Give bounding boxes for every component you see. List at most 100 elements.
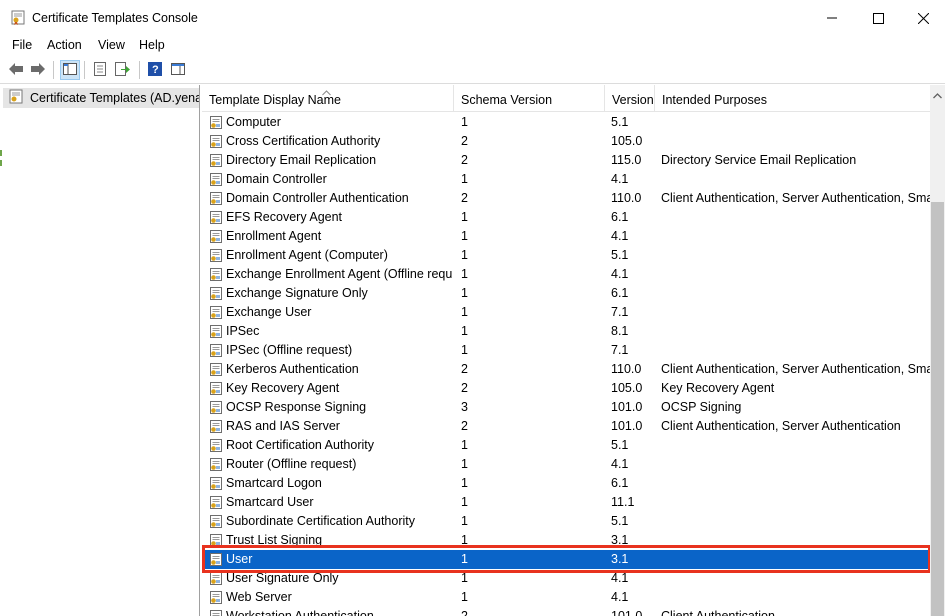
cell-version: 101.0 [611, 419, 643, 433]
cell-template-name: Enrollment Agent (Computer) [226, 248, 388, 262]
cell-schema-version: 1 [461, 324, 468, 338]
table-row[interactable]: Root Certification Authority 1 5.1 [202, 436, 930, 455]
cell-template-name: EFS Recovery Agent [226, 210, 343, 224]
cell-schema-version: 2 [461, 419, 468, 433]
table-row[interactable]: Exchange Signature Only 1 6.1 [202, 284, 930, 303]
cell-version: 7.1 [611, 305, 629, 319]
forward-arrow-icon [30, 62, 46, 79]
tree-item-certificate-templates[interactable]: Certificate Templates (AD.yenalt [3, 88, 199, 108]
cell-template-name: Router (Offline request) [226, 457, 357, 471]
cell-template-name: Cross Certification Authority [226, 134, 381, 148]
scroll-thumb[interactable] [931, 202, 944, 616]
cell-version: 4.1 [611, 229, 629, 243]
cell-schema-version: 1 [461, 172, 468, 186]
table-row[interactable]: Domain Controller 1 4.1 [202, 170, 930, 189]
cell-version: 11.1 [611, 495, 635, 509]
cell-intended-purposes: Directory Service Email Replication [661, 153, 857, 167]
table-row[interactable]: EFS Recovery Agent 1 6.1 [202, 208, 930, 227]
cell-template-name: Kerberos Authentication [226, 362, 359, 376]
table-row[interactable]: Key Recovery Agent 2 105.0 Key Recovery Age… [202, 379, 930, 398]
column-header-version[interactable]: Version [605, 85, 655, 112]
menu-bar: File Action View Help [0, 36, 945, 56]
table-row[interactable]: IPSec 1 8.1 [202, 322, 930, 341]
toolbar-separator [139, 61, 140, 79]
cell-template-name: IPSec [226, 324, 260, 338]
scroll-up-button[interactable] [930, 87, 945, 102]
window-title: Certificate Templates Console [32, 11, 198, 25]
cell-schema-version: 1 [461, 115, 468, 129]
menu-view[interactable]: View [98, 38, 125, 52]
cell-version: 6.1 [611, 210, 629, 224]
table-row[interactable]: Enrollment Agent 1 4.1 [202, 227, 930, 246]
action-pane-button[interactable] [168, 60, 188, 80]
minimize-button[interactable] [809, 0, 855, 36]
table-row[interactable]: OCSP Response Signing 3 101.0 OCSP Signing [202, 398, 930, 417]
forward-button[interactable] [28, 60, 48, 80]
table-row[interactable]: Subordinate Certification Authority 1 5.1 [202, 512, 930, 531]
cell-version: 115.0 [611, 153, 642, 167]
cell-schema-version: 2 [461, 191, 468, 205]
cell-version: 105.0 [611, 134, 643, 148]
table-row[interactable]: IPSec (Offline request) 1 7.1 [202, 341, 930, 360]
cell-intended-purposes: Client Authentication, Server Authentica… [661, 362, 930, 376]
table-row[interactable]: Exchange User 1 7.1 [202, 303, 930, 322]
table-row[interactable]: Kerberos Authentication 2 110.0 Client Auth… [202, 360, 930, 379]
back-arrow-icon [8, 62, 24, 79]
table-row[interactable]: Smartcard Logon 1 6.1 [202, 474, 930, 493]
column-header-template-name[interactable]: Template Display Name [202, 85, 454, 112]
cell-template-name: Exchange User [226, 305, 312, 319]
cell-template-name: Workstation Authentication [226, 609, 374, 616]
table-row[interactable]: Router (Offline request) 1 4.1 [202, 455, 930, 474]
column-header-label: Version [612, 93, 654, 107]
back-button[interactable] [6, 60, 26, 80]
menu-action[interactable]: Action [47, 38, 82, 52]
cell-intended-purposes: Client Authentication, Server Authentica… [661, 419, 901, 433]
properties-icon [93, 61, 107, 79]
cell-schema-version: 2 [461, 381, 468, 395]
close-button[interactable] [900, 0, 945, 36]
svg-text:?: ? [152, 64, 159, 76]
cell-template-name: Domain Controller [226, 172, 327, 186]
maximize-button[interactable] [855, 0, 901, 36]
table-row[interactable]: Cross Certification Authority 2 105.0 [202, 132, 930, 151]
column-header-label: Schema Version [461, 93, 553, 107]
table-row[interactable]: Computer 1 5.1 [202, 113, 930, 132]
properties-button[interactable] [90, 60, 110, 80]
toolbar-separator [84, 61, 85, 79]
table-row[interactable]: Domain Controller Authentication 2 110.0 Cl… [202, 189, 930, 208]
cell-schema-version: 1 [461, 229, 468, 243]
show-hide-tree-icon [63, 62, 77, 78]
table-row[interactable]: RAS and IAS Server 2 101.0 Client Authentic… [202, 417, 930, 436]
export-list-button[interactable] [113, 60, 133, 80]
cell-version: 5.1 [611, 438, 629, 452]
table-row[interactable]: Directory Email Replication 2 115.0 Directo… [202, 151, 930, 170]
table-row[interactable]: Workstation Authentication 2 101.0 Client A… [202, 607, 930, 616]
table-row[interactable]: Smartcard User 1 11.1 [202, 493, 930, 512]
table-row[interactable]: Web Server 1 4.1 [202, 588, 930, 607]
help-icon: ? [148, 61, 162, 79]
menu-help[interactable]: Help [139, 38, 165, 52]
cell-schema-version: 1 [461, 305, 468, 319]
show-hide-tree-button[interactable] [60, 60, 80, 80]
cell-version: 7.1 [611, 343, 629, 357]
cell-version: 8.1 [611, 324, 629, 338]
cell-template-name: Root Certification Authority [226, 438, 374, 452]
list-header: Template Display Name Schema Version Ver… [202, 85, 930, 112]
cell-template-name: RAS and IAS Server [226, 419, 340, 433]
column-header-intended-purposes[interactable]: Intended Purposes [655, 85, 930, 112]
table-row[interactable]: Enrollment Agent (Computer) 1 5.1 [202, 246, 930, 265]
column-header-schema-version[interactable]: Schema Version [454, 85, 605, 112]
menu-file[interactable]: File [12, 38, 32, 52]
help-button[interactable]: ? [145, 60, 165, 80]
vertical-scrollbar[interactable] [930, 85, 945, 616]
left-edge-mark [0, 160, 2, 166]
toolbar: ? [0, 56, 945, 84]
cell-intended-purposes: Key Recovery Agent [661, 381, 775, 395]
cell-version: 110.0 [611, 191, 642, 205]
cell-schema-version: 1 [461, 476, 468, 490]
console-tree-pane: Certificate Templates (AD.yenalt [0, 85, 200, 616]
cell-template-name: IPSec (Offline request) [226, 343, 353, 357]
cell-schema-version: 1 [461, 590, 468, 604]
selection-highlight-annotation [202, 545, 931, 573]
table-row[interactable]: Exchange Enrollment Agent (Offline requ.… [202, 265, 930, 284]
